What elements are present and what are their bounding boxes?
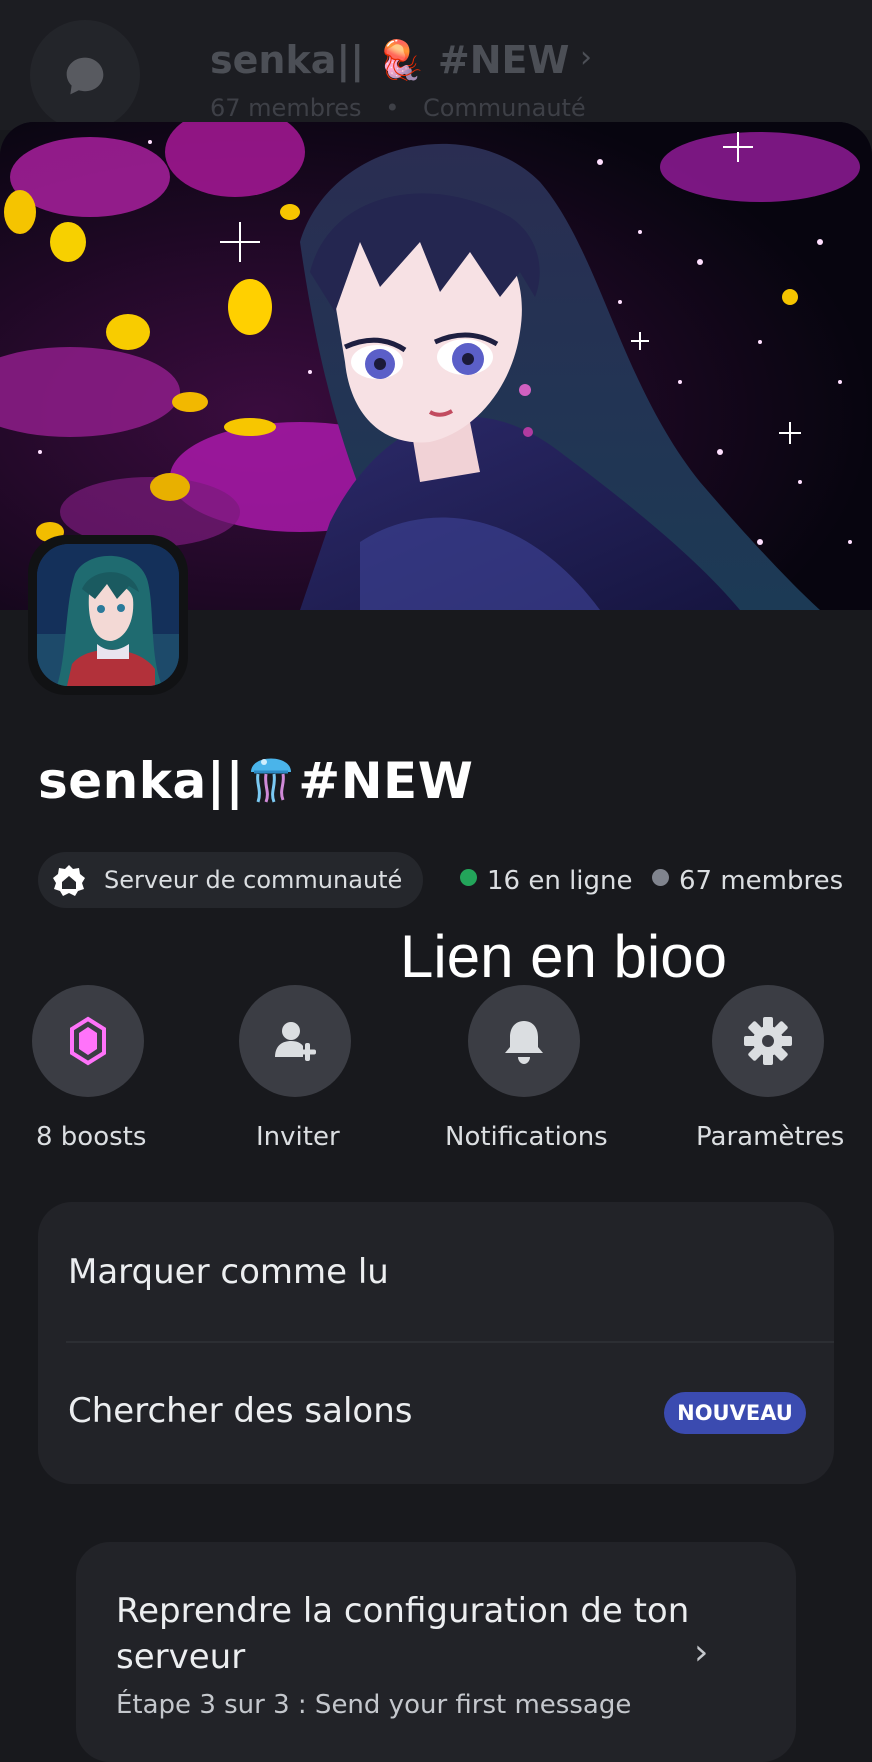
settings-label: Paramètres bbox=[696, 1122, 845, 1152]
notifications-button[interactable] bbox=[468, 985, 580, 1097]
server-header: senka|| 🪼 #NEW › 67 membres • Communauté bbox=[0, 0, 872, 130]
add-user-icon bbox=[275, 1022, 316, 1061]
setup-subtitle: Étape 3 sur 3 : Send your first message bbox=[116, 1690, 632, 1720]
setup-title: Reprendre la configuration de ton serveu… bbox=[116, 1591, 690, 1677]
boost-button[interactable] bbox=[32, 985, 144, 1097]
header-members: 67 membres bbox=[210, 94, 362, 122]
bell-icon bbox=[505, 1021, 543, 1064]
setup-progress-card[interactable]: Reprendre la configuration de ton serveu… bbox=[76, 1542, 796, 1762]
server-name-prefix: senka|| bbox=[38, 752, 245, 810]
overlay-caption: Lien en bioo bbox=[400, 923, 727, 990]
invite-label: Inviter bbox=[256, 1122, 340, 1152]
server-menu-card: Marquer comme lu Chercher des salons NOU… bbox=[38, 1202, 834, 1484]
chevron-right-icon[interactable]: › bbox=[580, 40, 592, 75]
notifications-label: Notifications bbox=[445, 1122, 608, 1152]
server-name: senka|| #NEW bbox=[38, 748, 473, 816]
member-count: 67 membres bbox=[652, 866, 843, 896]
search-channels-label: Chercher des salons bbox=[68, 1391, 413, 1431]
chevron-right-icon[interactable]: › bbox=[694, 1632, 708, 1673]
mark-as-read-item[interactable]: Marquer comme lu bbox=[38, 1202, 834, 1342]
community-label: Serveur de communauté bbox=[104, 866, 403, 894]
online-dot bbox=[460, 869, 477, 886]
header-title[interactable]: senka|| 🪼 #NEW bbox=[210, 38, 569, 83]
members-dot bbox=[652, 869, 669, 886]
members-label: 67 membres bbox=[679, 866, 844, 896]
server-icon[interactable] bbox=[28, 535, 188, 695]
chat-bubble-icon[interactable] bbox=[30, 20, 140, 130]
header-community: Communauté bbox=[422, 94, 586, 122]
header-subtitle: 67 membres • Communauté bbox=[210, 94, 586, 122]
invite-button[interactable] bbox=[239, 985, 351, 1097]
gear-icon bbox=[744, 1017, 792, 1065]
online-label: 16 en ligne bbox=[487, 866, 633, 896]
community-badge[interactable]: Serveur de communauté bbox=[38, 852, 423, 908]
community-home-icon bbox=[53, 865, 85, 896]
mark-as-read-label: Marquer comme lu bbox=[68, 1252, 389, 1292]
boost-label: 8 boosts bbox=[36, 1122, 147, 1152]
online-count: 16 en ligne bbox=[460, 866, 633, 896]
settings-button[interactable] bbox=[712, 985, 824, 1097]
header-separator: • bbox=[385, 94, 400, 122]
jellyfish-icon bbox=[246, 748, 296, 816]
new-badge: NOUVEAU bbox=[664, 1392, 806, 1434]
server-name-suffix: #NEW bbox=[298, 752, 474, 810]
boost-gem-icon bbox=[70, 1016, 106, 1066]
